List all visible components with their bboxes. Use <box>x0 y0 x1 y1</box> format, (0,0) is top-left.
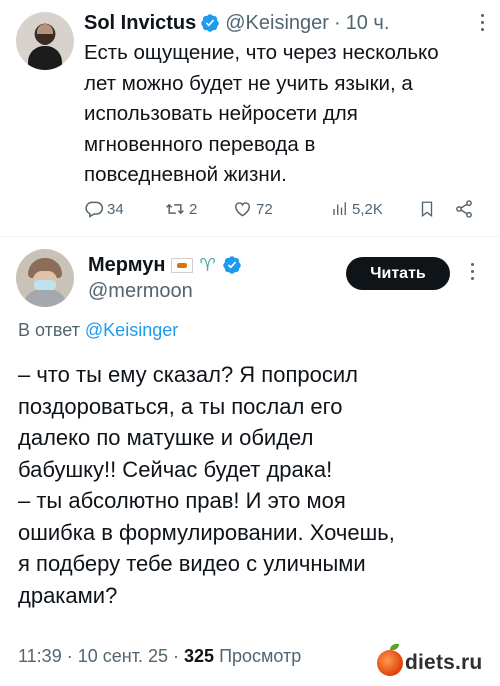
tweet-time[interactable]: 10 ч. <box>346 12 390 35</box>
text-line: мгновенного перевода в <box>84 132 316 156</box>
watermark-text: diets.ru <box>405 651 483 674</box>
reply-meta: 11:39 · 10 сент. 25 · 325 Просмотр <box>18 646 301 667</box>
avatar-sol-invictus[interactable] <box>16 12 74 70</box>
author-handle[interactable]: @Keisinger <box>225 12 329 35</box>
verified-badge-icon <box>201 14 219 32</box>
separator-dot: · <box>333 11 341 34</box>
reply-context: В ответ @Keisinger <box>18 320 178 341</box>
text-line: поздороваться, а ты послал его <box>18 393 343 419</box>
post-time[interactable]: 11:39 <box>18 646 62 666</box>
text-line: бабушку!! Сейчас будет драка! <box>18 456 333 482</box>
text-line: – ты абсолютно прав! И это моя <box>18 488 346 513</box>
apple-logo-icon <box>377 644 403 676</box>
views-button[interactable]: 5,2K <box>331 197 383 221</box>
post-date[interactable]: 10 сент. 25 <box>78 646 168 666</box>
follow-button[interactable]: Читать <box>346 257 450 290</box>
text-line: повседневной жизни. <box>84 163 287 186</box>
text-line: – что ты ему сказал? Я попросил <box>18 362 358 387</box>
tweet-header: Sol Invictus @Keisinger · 10 ч. <box>84 10 389 36</box>
text-line: далеко по матушке и обидел <box>18 425 314 450</box>
avatar-mermoon[interactable] <box>16 249 74 307</box>
reply-button[interactable]: 34 <box>84 197 124 221</box>
bookmark-icon <box>421 201 433 218</box>
share-icon <box>456 200 472 218</box>
views-label: Просмотр <box>219 646 302 666</box>
more-options-icon[interactable] <box>470 263 476 283</box>
repost-icon <box>166 203 184 215</box>
bookmark-button[interactable] <box>418 197 436 221</box>
reply-count: 34 <box>107 200 124 218</box>
separator-dot: · <box>66 646 78 666</box>
views-icon <box>333 202 346 215</box>
like-count: 72 <box>256 200 273 218</box>
tweet-original[interactable]: Sol Invictus @Keisinger · 10 ч. Есть ощу… <box>0 0 500 236</box>
reply-text: – что ты ему сказал? Я попросил поздоров… <box>18 359 488 611</box>
text-line: использовать нейросети для <box>84 102 358 125</box>
tweet-text: Есть ощущение, что через несколько лет м… <box>84 38 484 191</box>
reply-author-name[interactable]: Мермун <box>88 254 165 277</box>
text-line: драками? <box>18 582 118 608</box>
mermaid-emoji-icon: ♈ <box>199 255 216 275</box>
like-button[interactable]: 72 <box>232 197 273 221</box>
views-count: 325 <box>184 646 215 666</box>
like-icon <box>235 202 250 217</box>
reply-to-handle-link[interactable]: @Keisinger <box>85 320 178 340</box>
reply-icon <box>85 201 104 218</box>
tweet-actions: 34 2 72 5,2K <box>84 197 484 221</box>
repost-count: 2 <box>189 200 198 218</box>
author-name[interactable]: Sol Invictus <box>84 12 196 35</box>
tweet-divider <box>0 236 500 237</box>
text-line: Есть ощущение, что через несколько <box>84 41 439 64</box>
views-count: 5,2K <box>352 200 383 218</box>
reply-prefix: В ответ <box>18 320 80 340</box>
separator-dot: · <box>173 646 184 666</box>
text-line: ошибка в формулировании. Хочешь, <box>18 519 395 545</box>
verified-badge-icon <box>222 256 241 274</box>
cyprus-flag-icon <box>171 257 194 273</box>
text-line: я подберу тебе видео с уличными <box>18 551 366 576</box>
repost-button[interactable]: 2 <box>164 197 197 221</box>
reply-author-row: Мермун ♈ <box>88 252 242 278</box>
text-line: лет можно будет не учить языки, а <box>84 71 413 95</box>
site-watermark: diets.ru <box>377 644 482 682</box>
reply-author-handle[interactable]: @mermoon <box>88 280 193 303</box>
more-options-icon[interactable] <box>480 14 486 34</box>
share-button[interactable] <box>454 197 474 221</box>
